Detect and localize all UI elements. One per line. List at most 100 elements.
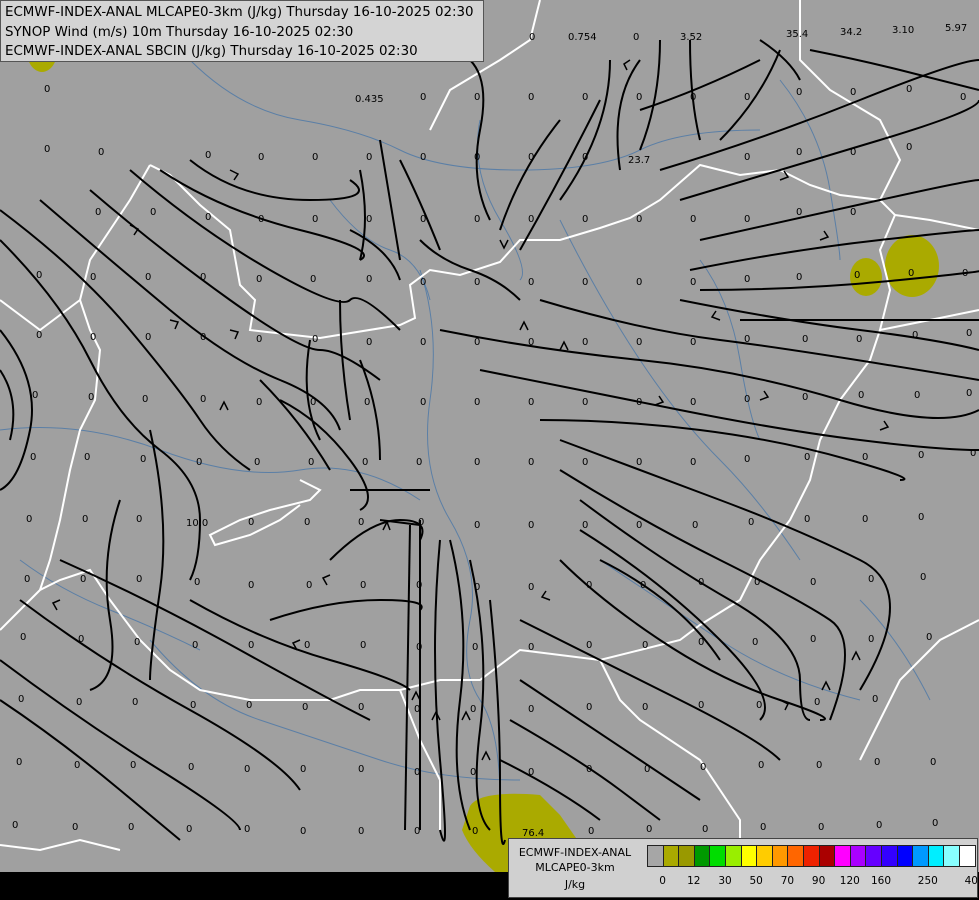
svg-text:0: 0 — [529, 32, 535, 43]
legend-swatch — [881, 846, 898, 866]
svg-text:0: 0 — [76, 697, 82, 708]
svg-text:0: 0 — [582, 152, 588, 163]
svg-text:0: 0 — [588, 826, 594, 837]
svg-text:0: 0 — [72, 822, 78, 833]
svg-text:0: 0 — [205, 212, 211, 223]
svg-text:0: 0 — [528, 277, 534, 288]
svg-text:0: 0 — [962, 268, 968, 279]
svg-text:0: 0 — [906, 84, 912, 95]
svg-text:0: 0 — [304, 640, 310, 651]
svg-text:0: 0 — [36, 330, 42, 341]
legend-tick-label: 400 — [964, 875, 979, 887]
svg-text:0: 0 — [36, 270, 42, 281]
svg-text:0: 0 — [858, 390, 864, 401]
svg-text:0: 0 — [528, 520, 534, 531]
legend-swatch — [741, 846, 758, 866]
svg-text:0: 0 — [150, 207, 156, 218]
svg-text:0: 0 — [358, 764, 364, 775]
svg-text:0: 0 — [690, 457, 696, 468]
svg-text:0: 0 — [644, 764, 650, 775]
svg-text:0: 0 — [642, 640, 648, 651]
color-legend: ECMWF-INDEX-ANAL MLCAPE0-3km J/kg 0 12 30 5… — [508, 838, 979, 898]
svg-text:0: 0 — [416, 642, 422, 653]
svg-text:0: 0 — [140, 454, 146, 465]
svg-text:0: 0 — [32, 390, 38, 401]
svg-text:0: 0 — [194, 577, 200, 588]
svg-text:0: 0 — [862, 452, 868, 463]
svg-text:0: 0 — [312, 334, 318, 345]
svg-text:0: 0 — [690, 397, 696, 408]
svg-text:0: 0 — [966, 388, 972, 399]
svg-text:0: 0 — [474, 520, 480, 531]
svg-text:0: 0 — [474, 457, 480, 468]
svg-text:0: 0 — [418, 517, 424, 528]
svg-text:0: 0 — [310, 274, 316, 285]
svg-text:0: 0 — [44, 144, 50, 155]
svg-text:0: 0 — [136, 574, 142, 585]
legend-swatch — [866, 846, 882, 866]
svg-text:0: 0 — [360, 580, 366, 591]
svg-text:0: 0 — [636, 457, 642, 468]
svg-text:0: 0 — [420, 337, 426, 348]
svg-text:0: 0 — [98, 147, 104, 158]
svg-text:0: 0 — [690, 277, 696, 288]
svg-text:0: 0 — [304, 517, 310, 528]
svg-text:0: 0 — [874, 757, 880, 768]
svg-text:0: 0 — [528, 152, 534, 163]
svg-text:0: 0 — [205, 150, 211, 161]
svg-text:0: 0 — [414, 704, 420, 715]
svg-text:0: 0 — [244, 824, 250, 835]
cape-blob — [885, 235, 939, 297]
svg-text:0: 0 — [420, 152, 426, 163]
svg-text:0: 0 — [816, 760, 822, 771]
station-value: 5.97 — [945, 23, 967, 34]
svg-text:0: 0 — [254, 457, 260, 468]
legend-tick-label: 0 — [659, 875, 666, 887]
svg-text:0: 0 — [582, 457, 588, 468]
station-value: 3.52 — [680, 32, 702, 43]
station-value: 34.2 — [840, 27, 862, 38]
svg-text:0: 0 — [44, 84, 50, 95]
svg-text:0: 0 — [256, 397, 262, 408]
svg-text:0: 0 — [586, 580, 592, 591]
legend-swatch — [835, 846, 851, 866]
svg-text:0: 0 — [804, 514, 810, 525]
svg-text:0: 0 — [814, 697, 820, 708]
svg-text:0: 0 — [914, 390, 920, 401]
svg-text:0: 0 — [636, 337, 642, 348]
svg-text:0: 0 — [690, 337, 696, 348]
svg-text:0: 0 — [636, 92, 642, 103]
svg-text:0: 0 — [586, 640, 592, 651]
legend-ticks: 0 12 30 50 70 90 120 160 250 400 — [647, 875, 979, 891]
legend-tick-label: 250 — [917, 875, 938, 887]
svg-text:0: 0 — [366, 274, 372, 285]
svg-text:0: 0 — [414, 826, 420, 837]
svg-text:0: 0 — [932, 818, 938, 829]
legend-swatch — [850, 846, 867, 866]
svg-text:0: 0 — [74, 760, 80, 771]
svg-text:0: 0 — [966, 328, 972, 339]
svg-text:0: 0 — [474, 397, 480, 408]
station-value: 0.435 — [355, 94, 384, 105]
svg-text:0: 0 — [82, 514, 88, 525]
svg-text:0: 0 — [188, 762, 194, 773]
svg-text:0: 0 — [862, 514, 868, 525]
legend-swatch — [897, 846, 914, 866]
svg-text:0: 0 — [646, 824, 652, 835]
svg-text:0: 0 — [360, 640, 366, 651]
legend-title: ECMWF-INDEX-ANAL MLCAPE0-3km — [509, 845, 641, 875]
legend-swatch — [959, 846, 976, 866]
svg-text:0: 0 — [582, 397, 588, 408]
svg-text:0: 0 — [586, 702, 592, 713]
svg-text:0: 0 — [868, 634, 874, 645]
station-value: 0.754 — [568, 32, 597, 43]
svg-text:0: 0 — [918, 450, 924, 461]
station-value: 35.4 — [786, 29, 808, 40]
svg-text:0: 0 — [362, 457, 368, 468]
svg-text:0: 0 — [416, 580, 422, 591]
svg-text:0: 0 — [190, 700, 196, 711]
svg-text:0: 0 — [926, 632, 932, 643]
legend-tick-label: 70 — [780, 875, 795, 887]
legend-tick-label: 12 — [687, 875, 701, 887]
svg-text:0: 0 — [850, 207, 856, 218]
